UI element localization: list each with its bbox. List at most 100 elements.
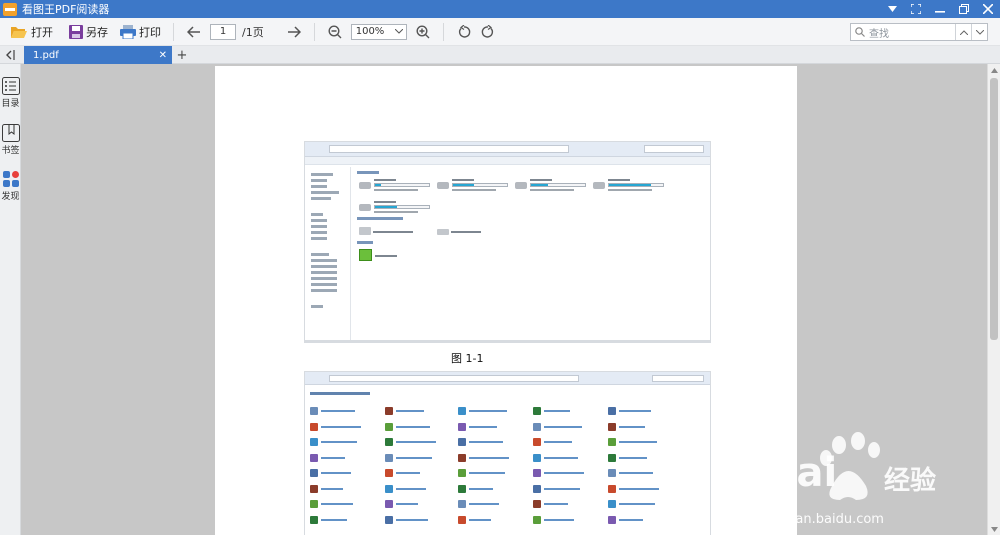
dropdown-menu-button[interactable] — [880, 0, 904, 18]
embedded-window-header — [305, 142, 710, 157]
save-as-label: 另存 — [86, 25, 108, 39]
control-panel-item-icon — [385, 484, 393, 493]
chevron-down-icon — [990, 526, 998, 532]
open-label: 打开 — [31, 25, 53, 39]
app-title: 看图王PDF阅读器 — [22, 3, 110, 16]
control-panel-item-icon — [533, 469, 541, 477]
new-tab-button[interactable]: + — [176, 46, 188, 64]
control-panel-item — [310, 515, 380, 525]
control-panel-item — [533, 515, 603, 525]
collapse-sidebar-icon — [6, 50, 15, 60]
toolbar-divider — [313, 22, 315, 41]
control-panel-item — [608, 484, 678, 494]
control-panel-item-icon — [310, 407, 318, 415]
control-panel-item-label — [469, 472, 505, 474]
left-panel-item-toc[interactable]: 目录 — [0, 77, 21, 109]
search-input[interactable]: 查找 — [869, 25, 955, 40]
window-controls — [880, 0, 1000, 18]
prev-page-button[interactable] — [182, 20, 206, 44]
scroll-down-button[interactable] — [988, 523, 1000, 535]
print-button[interactable]: 打印 — [116, 20, 165, 44]
control-panel-item — [310, 453, 380, 463]
control-panel-item-label — [321, 518, 347, 521]
control-panel-item-label — [469, 518, 491, 521]
control-panel-item-icon — [458, 407, 466, 415]
control-panel-item-icon — [533, 515, 541, 524]
control-panel-item-icon — [458, 438, 466, 446]
zoom-select[interactable]: 100% — [350, 23, 407, 40]
control-panel-item-label — [396, 472, 420, 474]
rotate-right-button[interactable] — [476, 20, 500, 44]
control-panel-item-label — [469, 487, 493, 490]
control-panel-item — [608, 437, 678, 447]
control-panel-item — [385, 499, 455, 509]
control-panel-item-icon — [310, 438, 318, 446]
tab-label: 1.pdf — [33, 49, 59, 61]
control-panel-item-label — [321, 456, 345, 459]
control-panel-item — [608, 499, 678, 509]
search-prev-button[interactable] — [955, 24, 971, 40]
search-icon — [855, 27, 865, 37]
control-panel-item-icon — [458, 500, 466, 508]
control-panel-item-label — [619, 410, 651, 412]
control-panel-item — [310, 484, 380, 494]
zoom-in-icon — [416, 24, 430, 38]
vertical-scrollbar[interactable] — [987, 64, 1000, 535]
rotate-left-button[interactable] — [452, 20, 476, 44]
scroll-up-button[interactable] — [988, 64, 1000, 76]
fullscreen-button[interactable] — [904, 0, 928, 18]
control-panel-item — [310, 422, 380, 432]
control-panel-item-label — [619, 472, 653, 474]
control-panel-item — [385, 406, 455, 416]
left-panel-item-discover[interactable]: 发现 — [0, 170, 21, 202]
control-panel-item-label — [396, 410, 424, 412]
control-panel-item-icon — [533, 500, 541, 508]
control-panel-item-label — [544, 441, 572, 443]
next-page-button[interactable] — [282, 20, 306, 44]
zoom-out-button[interactable] — [323, 20, 347, 44]
minimize-button[interactable] — [928, 0, 952, 18]
watermark-brand-suffix: 经验 — [884, 466, 937, 496]
control-panel-item-icon — [608, 407, 616, 415]
baidu-watermark: Bai 经验 jingyan.baidu.com — [762, 428, 1000, 535]
control-panel-item — [533, 468, 603, 478]
open-button[interactable]: 打开 — [6, 20, 57, 44]
control-panel-item — [458, 453, 528, 463]
search-next-button[interactable] — [971, 24, 987, 40]
control-panel-item — [608, 515, 678, 525]
apps-icon — [2, 171, 19, 187]
control-panel-item-icon — [458, 484, 466, 493]
zoom-in-button[interactable] — [411, 20, 435, 44]
watermark-url: jingyan.baidu.com — [764, 512, 884, 527]
control-panel-item-icon — [608, 484, 616, 493]
tab-close-icon[interactable]: ✕ — [159, 50, 167, 61]
control-panel-item-label — [321, 441, 357, 443]
zoom-out-icon — [328, 24, 342, 38]
title-bar: 看图王PDF阅读器 — [0, 0, 1000, 18]
control-panel-item-label — [396, 518, 428, 521]
control-panel-item-label — [619, 487, 659, 490]
control-panel-item — [458, 422, 528, 432]
control-panel-item — [310, 499, 380, 509]
printer-icon — [120, 24, 136, 39]
save-as-button[interactable]: 另存 — [65, 20, 112, 44]
control-panel-item — [458, 468, 528, 478]
page-number-input[interactable]: 1 — [210, 23, 236, 40]
control-panel-item-label — [396, 425, 430, 428]
scrollbar-thumb[interactable] — [990, 78, 998, 340]
control-panel-item — [458, 515, 528, 525]
control-panel-item — [385, 515, 455, 525]
control-panel-item-label — [544, 487, 580, 490]
sidebar-toggle-button[interactable] — [3, 47, 17, 63]
control-panel-item-label — [619, 425, 645, 428]
close-window-button[interactable] — [976, 0, 1000, 18]
control-panel-item — [533, 499, 603, 509]
control-panel-item-label — [544, 472, 584, 474]
restore-button[interactable] — [952, 0, 976, 18]
tab-document[interactable]: 1.pdf ✕ — [24, 46, 172, 64]
left-panel-item-bookmarks[interactable]: 书签 — [0, 124, 21, 156]
control-panel-item-label — [469, 410, 507, 412]
chevron-down-icon — [394, 29, 403, 34]
control-panel-item-icon — [608, 500, 616, 508]
embedded-menu-bar — [305, 157, 710, 165]
